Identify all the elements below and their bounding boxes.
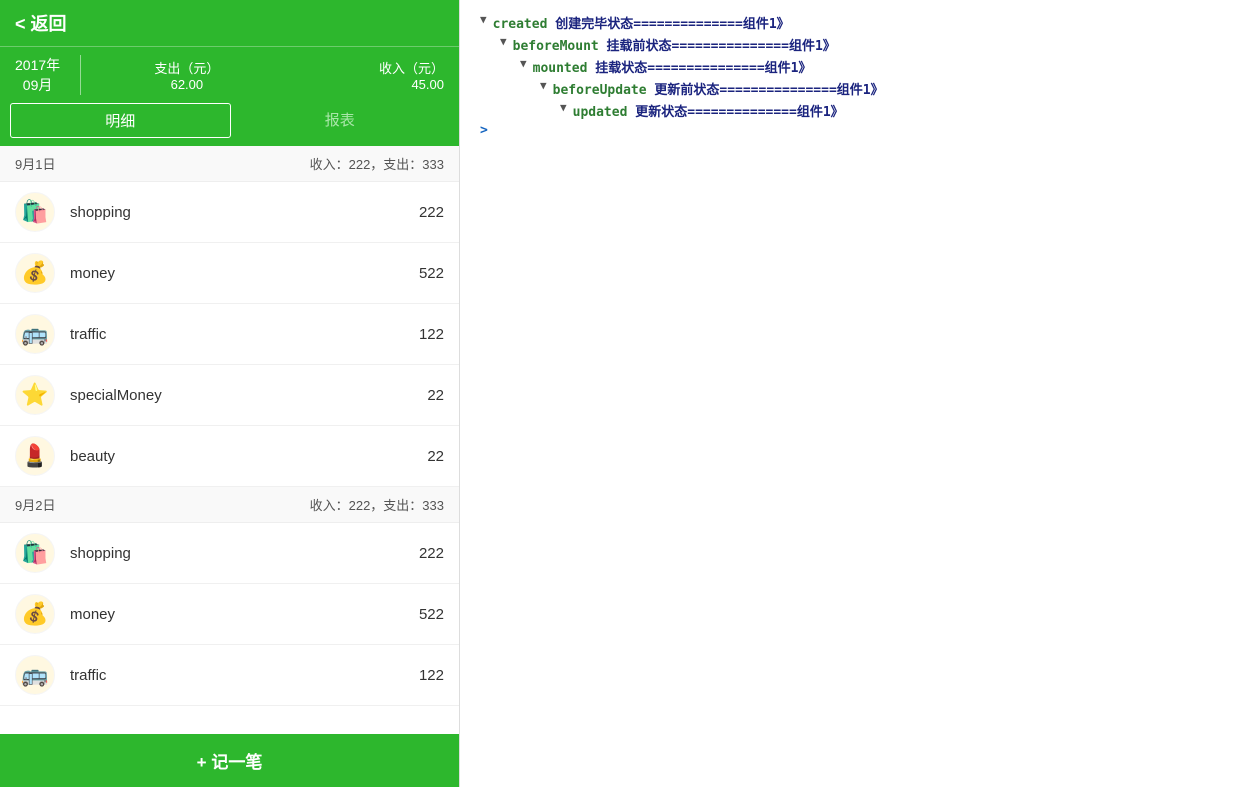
item-label: money [70, 265, 419, 282]
item-amount: 522 [419, 265, 444, 282]
date-summary: 收入：222，支出：333 [310, 495, 444, 514]
expand-arrow[interactable]: ▼ [520, 57, 527, 70]
shopping-icon: 🛍️ [15, 192, 55, 232]
month-label: 09月 [15, 75, 60, 95]
item-amount: 122 [419, 667, 444, 684]
item-label: traffic [70, 667, 419, 684]
date-group-header: 9月1日 收入：222，支出：333 [0, 146, 459, 182]
list-item[interactable]: 💰 money522 [0, 584, 459, 645]
date-summary: 收入：222，支出：333 [310, 154, 444, 173]
income-stat: 收入（元） 45.00 [273, 58, 444, 92]
traffic-icon: 🚌 [15, 655, 55, 695]
expand-arrow[interactable]: ▼ [560, 101, 567, 114]
item-amount: 122 [419, 326, 444, 343]
item-label: shopping [70, 545, 419, 562]
list-item[interactable]: 🚌 traffic122 [0, 304, 459, 365]
code-line: ▼ beforeUpdate 更新前状态===============组件1》 [480, 79, 1215, 98]
tab-bar: 明细 报表 [0, 103, 459, 146]
transaction-list: 9月1日收入：222，支出：333🛍️shopping222💰money522🚌… [0, 146, 459, 787]
code-text: beforeUpdate 更新前状态===============组件1》 [553, 79, 884, 98]
income-label: 收入（元） [273, 58, 444, 77]
traffic-icon: 🚌 [15, 314, 55, 354]
date-label: 9月1日 [15, 154, 55, 173]
item-amount: 222 [419, 204, 444, 221]
item-amount: 22 [427, 448, 444, 465]
code-line: ▼ beforeMount 挂载前状态===============组件1》 [480, 35, 1215, 54]
list-item[interactable]: 🛍️ shopping222 [0, 523, 459, 584]
item-label: money [70, 606, 419, 623]
beauty-icon: 💄 [15, 436, 55, 476]
code-text: updated 更新状态==============组件1》 [573, 101, 844, 120]
expense-value: 62.00 [101, 77, 272, 92]
tab-detail[interactable]: 明细 [10, 103, 231, 138]
add-record-label: + 记一笔 [197, 753, 263, 772]
item-label: traffic [70, 326, 419, 343]
expand-arrow[interactable]: ▼ [540, 79, 547, 92]
item-amount: 22 [427, 387, 444, 404]
back-label: < 返回 [15, 14, 67, 34]
expense-stat: 支出（元） 62.00 [101, 58, 272, 92]
left-panel: < 返回 2017年 09月 支出（元） 62.00 收入（元） 45.00 明… [0, 0, 460, 787]
date-group-header: 9月2日 收入：222，支出：333 [0, 487, 459, 523]
expand-arrow[interactable]: ▼ [480, 13, 487, 26]
add-record-button[interactable]: + 记一笔 [0, 734, 459, 787]
code-text: created 创建完毕状态==============组件1》 [493, 13, 790, 32]
year-label: 2017年 [15, 55, 60, 75]
list-item[interactable]: 💄 beauty22 [0, 426, 459, 487]
code-line: ▼ updated 更新状态==============组件1》 [480, 101, 1215, 120]
expense-label: 支出（元） [101, 58, 272, 77]
item-label: beauty [70, 448, 427, 465]
code-line: ▼ mounted 挂载状态===============组件1》 [480, 57, 1215, 76]
list-item[interactable]: 🛍️ shopping222 [0, 182, 459, 243]
stats-bar: 2017年 09月 支出（元） 62.00 收入（元） 45.00 [0, 46, 459, 103]
specialMoney-icon: ⭐ [15, 375, 55, 415]
item-amount: 522 [419, 606, 444, 623]
shopping-icon: 🛍️ [15, 533, 55, 573]
code-caret[interactable]: > [480, 123, 488, 138]
item-label: shopping [70, 204, 419, 221]
item-amount: 222 [419, 545, 444, 562]
date-label: 9月2日 [15, 495, 55, 514]
code-line: ▼ created 创建完毕状态==============组件1》 [480, 13, 1215, 32]
item-label: specialMoney [70, 387, 427, 404]
code-text: mounted 挂载状态===============组件1》 [533, 57, 812, 76]
year-month: 2017年 09月 [15, 55, 81, 95]
expand-arrow[interactable]: ▼ [500, 35, 507, 48]
money-icon: 💰 [15, 594, 55, 634]
back-button[interactable]: < 返回 [0, 0, 459, 46]
code-text: beforeMount 挂载前状态===============组件1》 [513, 35, 836, 54]
list-item[interactable]: 🚌 traffic122 [0, 645, 459, 706]
list-item[interactable]: 💰 money522 [0, 243, 459, 304]
code-line: > [480, 123, 1215, 138]
list-item[interactable]: ⭐ specialMoney22 [0, 365, 459, 426]
tab-report[interactable]: 报表 [231, 103, 450, 138]
code-panel: ▼ created 创建完毕状态==============组件1》 ▼ before… [460, 0, 1235, 787]
money-icon: 💰 [15, 253, 55, 293]
income-value: 45.00 [273, 77, 444, 92]
